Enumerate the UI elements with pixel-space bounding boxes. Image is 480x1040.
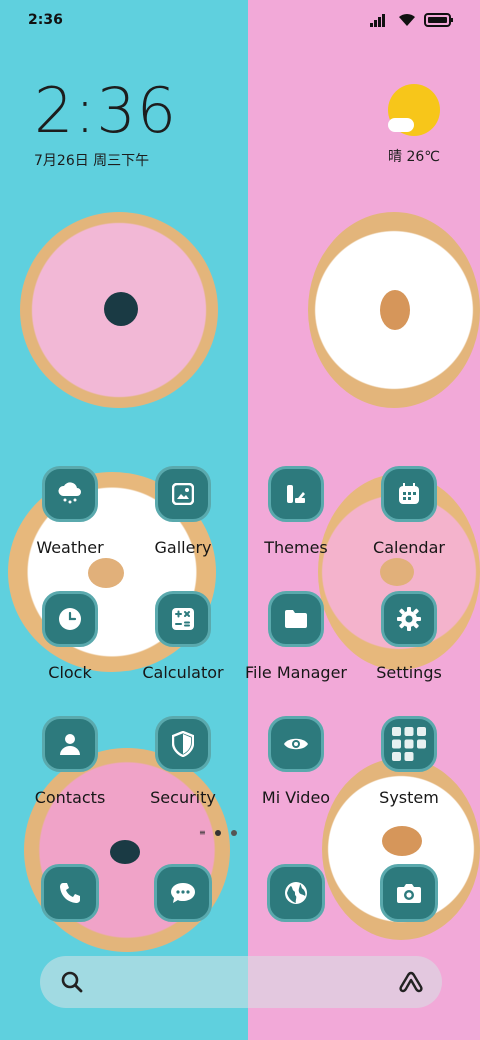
app-label: Themes bbox=[264, 538, 328, 557]
status-bar: 2:36 bbox=[0, 0, 480, 42]
cloud-rain-icon bbox=[42, 466, 98, 522]
person-icon bbox=[42, 716, 98, 772]
calendar-icon bbox=[381, 466, 437, 522]
app-calendar[interactable]: Calendar bbox=[353, 466, 465, 557]
eye-icon bbox=[268, 716, 324, 772]
app-calculator[interactable]: Calculator bbox=[127, 591, 239, 682]
globe-icon bbox=[267, 864, 325, 922]
sun-cloud-icon bbox=[388, 84, 440, 136]
calculator-icon bbox=[155, 591, 211, 647]
app-system-folder[interactable]: System bbox=[353, 716, 465, 807]
dock-camera[interactable] bbox=[353, 864, 465, 922]
app-clock[interactable]: Clock bbox=[14, 591, 126, 682]
page-indicator-list-icon: ≡ bbox=[199, 828, 206, 837]
wifi-icon bbox=[398, 12, 416, 31]
app-label: Security bbox=[150, 788, 216, 807]
app-label: Weather bbox=[36, 538, 104, 557]
app-settings[interactable]: Settings bbox=[353, 591, 465, 682]
clock-icon bbox=[42, 591, 98, 647]
clock-time: 2:36 bbox=[34, 74, 178, 147]
app-gallery[interactable]: Gallery bbox=[127, 466, 239, 557]
clock-widget[interactable]: 2:36 7月26日 周三下午 bbox=[34, 80, 177, 170]
search-bar[interactable] bbox=[40, 956, 442, 1008]
app-label: Contacts bbox=[34, 788, 106, 807]
phone-icon bbox=[41, 864, 99, 922]
app-label: Mi Video bbox=[261, 788, 331, 807]
image-icon bbox=[155, 466, 211, 522]
app-label: Calculator bbox=[142, 663, 224, 682]
chat-icon bbox=[154, 864, 212, 922]
status-time: 2:36 bbox=[28, 12, 63, 28]
app-label: Settings bbox=[376, 663, 442, 682]
app-label: File Manager bbox=[245, 663, 347, 682]
wallpaper-donut bbox=[308, 212, 480, 408]
page-indicator[interactable]: ≡ bbox=[199, 828, 237, 837]
app-themes[interactable]: Themes bbox=[240, 466, 352, 557]
shield-icon bbox=[155, 716, 211, 772]
dock-browser[interactable] bbox=[240, 864, 352, 922]
folder-icon bbox=[268, 591, 324, 647]
page-dot bbox=[231, 830, 237, 836]
app-label: Clock bbox=[48, 663, 92, 682]
page-dot-active bbox=[215, 830, 221, 836]
battery-icon bbox=[424, 12, 454, 31]
clock-date: 7月26日 周三下午 bbox=[34, 153, 150, 169]
app-label: Gallery bbox=[154, 538, 212, 557]
app-weather[interactable]: Weather bbox=[14, 466, 126, 557]
dock-phone[interactable] bbox=[14, 864, 126, 922]
signal-icon bbox=[370, 12, 390, 31]
weather-widget[interactable]: 晴 26℃ bbox=[384, 84, 444, 166]
palette-icon bbox=[268, 466, 324, 522]
app-contacts[interactable]: Contacts bbox=[14, 716, 126, 807]
weather-temp: 晴 26℃ bbox=[388, 149, 440, 165]
folder-grid-icon bbox=[381, 716, 437, 772]
search-icon[interactable] bbox=[60, 970, 84, 998]
app-security[interactable]: Security bbox=[127, 716, 239, 807]
wallpaper-donut bbox=[20, 212, 218, 408]
app-label: System bbox=[379, 788, 439, 807]
assistant-icon[interactable] bbox=[398, 970, 424, 998]
app-mi-video[interactable]: Mi Video bbox=[240, 716, 352, 807]
gear-icon bbox=[381, 591, 437, 647]
camera-icon bbox=[380, 864, 438, 922]
dock-messages[interactable] bbox=[127, 864, 239, 922]
app-label: Calendar bbox=[373, 538, 445, 557]
app-file-manager[interactable]: File Manager bbox=[240, 591, 352, 682]
